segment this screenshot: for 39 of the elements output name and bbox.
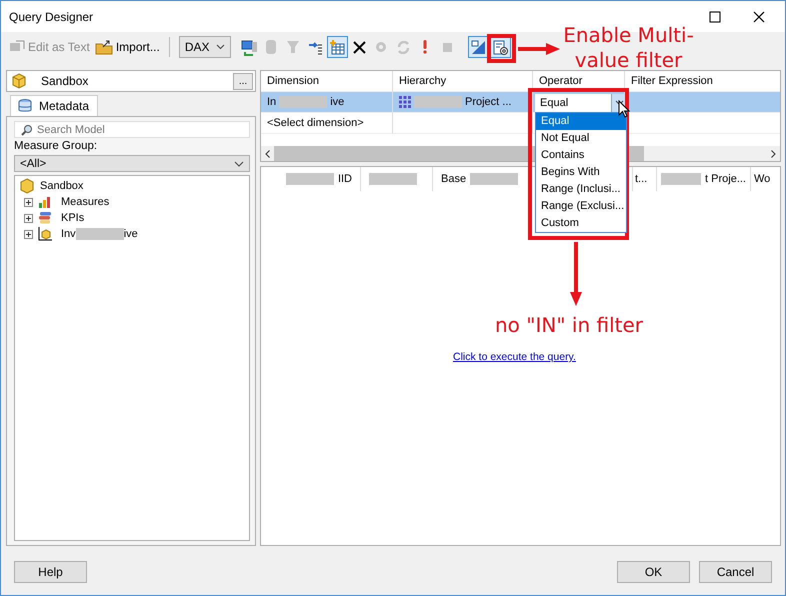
execute-query-link[interactable]: Click to execute the query. (453, 351, 576, 363)
cell-text: Project ... (465, 96, 512, 108)
cell-text: ive (330, 96, 344, 108)
cube-name: Sandbox (41, 74, 90, 88)
cell-text: Measures (61, 196, 110, 208)
cell-text: In (267, 96, 276, 108)
tab-label: Metadata (39, 99, 90, 113)
window-title: Query Designer (9, 10, 94, 24)
cell-text: Wo (754, 173, 770, 185)
cube-field[interactable]: Sandbox ... (6, 70, 256, 92)
dialog-button[interactable]: OK (617, 561, 690, 583)
cell-text: t... (635, 173, 648, 185)
search-input[interactable]: Search Model (37, 122, 187, 137)
operator-dropdown[interactable]: Equal (535, 94, 627, 112)
measure-group-dropdown[interactable]: <All> (14, 155, 250, 172)
cell-text: ive (124, 228, 138, 240)
dialog-button[interactable]: Cancel (699, 561, 772, 583)
cell-text: IID (338, 173, 352, 185)
annotation-text: Enable Multi-value filter (562, 23, 695, 73)
cell-text: t Proje... (705, 173, 746, 185)
import-button[interactable]: Import... (92, 39, 162, 55)
dropdown-option[interactable]: Equal (536, 113, 626, 130)
dropdown-option[interactable]: Range (Exclusi... (536, 198, 626, 215)
browse-button[interactable]: ... (233, 72, 253, 90)
annotation-text: no "IN" in filter (495, 313, 643, 338)
metadata-tab[interactable]: Metadata (10, 95, 98, 116)
search-field[interactable]: Search Model (14, 121, 250, 138)
dropdown-option[interactable]: Range (Inclusi... (536, 181, 626, 198)
dropdown-option[interactable]: Contains (536, 147, 626, 164)
cell-text: Inv (61, 228, 76, 240)
dialog-button[interactable]: Help (14, 561, 87, 583)
cell-text: Base (441, 173, 466, 185)
language-dropdown[interactable]: DAX (178, 36, 231, 58)
tree-item[interactable]: Sandbox (40, 180, 84, 192)
dropdown-option[interactable]: Custom (536, 215, 626, 232)
field-label: Measure Group: (14, 139, 98, 154)
cell-text: KPIs (61, 212, 84, 224)
cell-text: <Select dimension> (267, 117, 364, 129)
dropdown-option[interactable]: Begins With (536, 164, 626, 181)
